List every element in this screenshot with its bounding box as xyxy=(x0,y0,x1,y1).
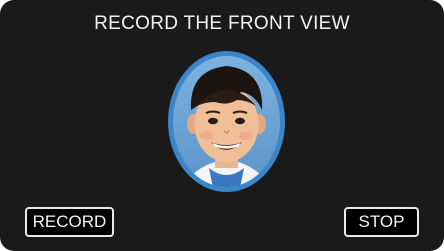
stop-button[interactable]: STOP xyxy=(344,207,419,237)
page-title: RECORD THE FRONT VIEW xyxy=(94,13,350,34)
face-photo xyxy=(168,51,285,192)
camera-screen: RECORD THE FRONT VIEW RECORD STOP xyxy=(0,0,444,251)
record-button[interactable]: RECORD xyxy=(25,207,114,237)
face-frame xyxy=(167,50,286,193)
